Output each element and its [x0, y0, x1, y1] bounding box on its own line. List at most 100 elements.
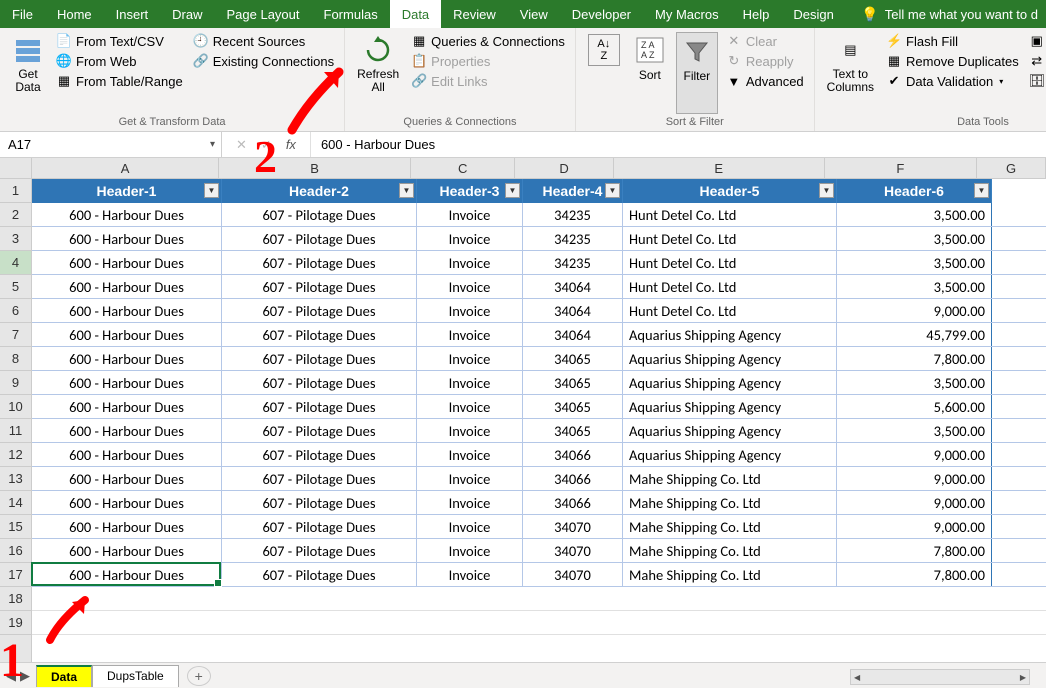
- filter-dropdown-icon[interactable]: ▼: [505, 183, 520, 198]
- table-cell[interactable]: 600 - Harbour Dues: [32, 539, 222, 562]
- table-row[interactable]: 600 - Harbour Dues607 - Pilotage DuesInv…: [32, 443, 1046, 467]
- consolidate-button[interactable]: ▣Consolidate: [1027, 32, 1046, 50]
- menu-developer[interactable]: Developer: [560, 0, 643, 28]
- menu-help[interactable]: Help: [731, 0, 782, 28]
- table-cell[interactable]: 3,500.00: [837, 419, 992, 442]
- table-cell[interactable]: 34065: [523, 419, 623, 442]
- row-header[interactable]: 19: [0, 611, 31, 635]
- table-row[interactable]: 600 - Harbour Dues607 - Pilotage DuesInv…: [32, 371, 1046, 395]
- table-cell[interactable]: 7,800.00: [837, 347, 992, 370]
- queries-connections-button[interactable]: ▦Queries & Connections: [409, 32, 567, 50]
- manage-data-model-button[interactable]: 🗄Manage Data M: [1027, 72, 1046, 90]
- table-cell[interactable]: Invoice: [417, 563, 523, 586]
- table-cell[interactable]: 607 - Pilotage Dues: [222, 203, 417, 226]
- menu-design[interactable]: Design: [781, 0, 845, 28]
- existing-connections-button[interactable]: 🔗Existing Connections: [191, 52, 336, 70]
- sheet-tab-data[interactable]: Data: [36, 665, 92, 687]
- column-header[interactable]: G: [977, 158, 1046, 178]
- row-header[interactable]: 9: [0, 371, 31, 395]
- table-cell[interactable]: Mahe Shipping Co. Ltd: [623, 515, 837, 538]
- cancel-icon[interactable]: ✕: [236, 137, 247, 153]
- table-cell[interactable]: 607 - Pilotage Dues: [222, 347, 417, 370]
- table-cell[interactable]: 600 - Harbour Dues: [32, 347, 222, 370]
- table-cell[interactable]: Invoice: [417, 299, 523, 322]
- row-header[interactable]: 2: [0, 203, 31, 227]
- table-cell[interactable]: 607 - Pilotage Dues: [222, 275, 417, 298]
- table-cell[interactable]: 3,500.00: [837, 251, 992, 274]
- table-cell[interactable]: Aquarius Shipping Agency: [623, 323, 837, 346]
- get-data-button[interactable]: Get Data: [8, 32, 48, 114]
- table-cell[interactable]: Aquarius Shipping Agency: [623, 395, 837, 418]
- table-cell[interactable]: 607 - Pilotage Dues: [222, 563, 417, 586]
- table-cell[interactable]: Mahe Shipping Co. Ltd: [623, 539, 837, 562]
- table-cell[interactable]: 607 - Pilotage Dues: [222, 467, 417, 490]
- name-box[interactable]: A17: [0, 132, 222, 157]
- from-text-csv-button[interactable]: 📄From Text/CSV: [54, 32, 185, 50]
- column-header[interactable]: E: [614, 158, 825, 178]
- data-validation-button[interactable]: ✔Data Validation▾: [884, 72, 1021, 90]
- table-header-cell[interactable]: Header-6▼: [837, 179, 992, 203]
- table-cell[interactable]: Invoice: [417, 275, 523, 298]
- table-cell[interactable]: Invoice: [417, 323, 523, 346]
- table-header-cell[interactable]: Header-3▼: [417, 179, 523, 203]
- menu-draw[interactable]: Draw: [160, 0, 214, 28]
- table-cell[interactable]: Hunt Detel Co. Ltd: [623, 275, 837, 298]
- table-cell[interactable]: 3,500.00: [837, 203, 992, 226]
- table-row[interactable]: 600 - Harbour Dues607 - Pilotage DuesInv…: [32, 395, 1046, 419]
- filter-dropdown-icon[interactable]: ▼: [974, 183, 989, 198]
- horizontal-scrollbar[interactable]: [850, 669, 1030, 685]
- table-row[interactable]: 600 - Harbour Dues607 - Pilotage DuesInv…: [32, 515, 1046, 539]
- table-cell[interactable]: Invoice: [417, 515, 523, 538]
- table-cell[interactable]: 600 - Harbour Dues: [32, 227, 222, 250]
- table-cell[interactable]: 600 - Harbour Dues: [32, 563, 222, 586]
- table-cell[interactable]: Aquarius Shipping Agency: [623, 419, 837, 442]
- table-cell[interactable]: 9,000.00: [837, 443, 992, 466]
- row-header[interactable]: 12: [0, 443, 31, 467]
- table-cell[interactable]: Invoice: [417, 203, 523, 226]
- table-cell[interactable]: 34235: [523, 203, 623, 226]
- table-cell[interactable]: 9,000.00: [837, 515, 992, 538]
- tell-me-search[interactable]: 💡 Tell me what you want to d: [853, 0, 1046, 28]
- table-header-cell[interactable]: Header-4▼: [523, 179, 623, 203]
- recent-sources-button[interactable]: 🕘Recent Sources: [191, 32, 336, 50]
- table-row[interactable]: 600 - Harbour Dues607 - Pilotage DuesInv…: [32, 491, 1046, 515]
- from-web-button[interactable]: 🌐From Web: [54, 52, 185, 70]
- table-cell[interactable]: 607 - Pilotage Dues: [222, 515, 417, 538]
- table-cell[interactable]: Hunt Detel Co. Ltd: [623, 203, 837, 226]
- row-header[interactable]: 15: [0, 515, 31, 539]
- table-cell[interactable]: 34235: [523, 251, 623, 274]
- table-cell[interactable]: Invoice: [417, 251, 523, 274]
- table-cell[interactable]: Mahe Shipping Co. Ltd: [623, 467, 837, 490]
- row-header[interactable]: 7: [0, 323, 31, 347]
- table-row[interactable]: 600 - Harbour Dues607 - Pilotage DuesInv…: [32, 539, 1046, 563]
- sheet-tab-dupstable[interactable]: DupsTable: [92, 665, 179, 687]
- table-cell[interactable]: 34065: [523, 371, 623, 394]
- table-cell[interactable]: 600 - Harbour Dues: [32, 251, 222, 274]
- table-cell[interactable]: 607 - Pilotage Dues: [222, 299, 417, 322]
- formula-bar[interactable]: 600 - Harbour Dues: [311, 132, 1046, 157]
- table-cell[interactable]: 9,000.00: [837, 491, 992, 514]
- table-row[interactable]: 600 - Harbour Dues607 - Pilotage DuesInv…: [32, 563, 1046, 587]
- table-cell[interactable]: Aquarius Shipping Agency: [623, 347, 837, 370]
- flash-fill-button[interactable]: ⚡Flash Fill: [884, 32, 1021, 50]
- table-cell[interactable]: 607 - Pilotage Dues: [222, 491, 417, 514]
- tab-prev-icon[interactable]: ◀: [6, 668, 16, 684]
- table-cell[interactable]: 34064: [523, 275, 623, 298]
- table-cell[interactable]: 607 - Pilotage Dues: [222, 227, 417, 250]
- row-header[interactable]: 14: [0, 491, 31, 515]
- menu-formulas[interactable]: Formulas: [312, 0, 390, 28]
- table-cell[interactable]: 600 - Harbour Dues: [32, 443, 222, 466]
- table-row[interactable]: 600 - Harbour Dues607 - Pilotage DuesInv…: [32, 347, 1046, 371]
- cells-area[interactable]: Header-1▼Header-2▼Header-3▼Header-4▼Head…: [32, 179, 1046, 662]
- table-cell[interactable]: 34065: [523, 347, 623, 370]
- table-row[interactable]: 600 - Harbour Dues607 - Pilotage DuesInv…: [32, 419, 1046, 443]
- row-header[interactable]: 17: [0, 563, 31, 587]
- filter-dropdown-icon[interactable]: ▼: [605, 183, 620, 198]
- menu-page-layout[interactable]: Page Layout: [215, 0, 312, 28]
- menu-view[interactable]: View: [508, 0, 560, 28]
- table-cell[interactable]: 34070: [523, 539, 623, 562]
- table-cell[interactable]: Invoice: [417, 467, 523, 490]
- row-header[interactable]: 4: [0, 251, 31, 275]
- row-header[interactable]: 18: [0, 587, 31, 611]
- table-cell[interactable]: 34235: [523, 227, 623, 250]
